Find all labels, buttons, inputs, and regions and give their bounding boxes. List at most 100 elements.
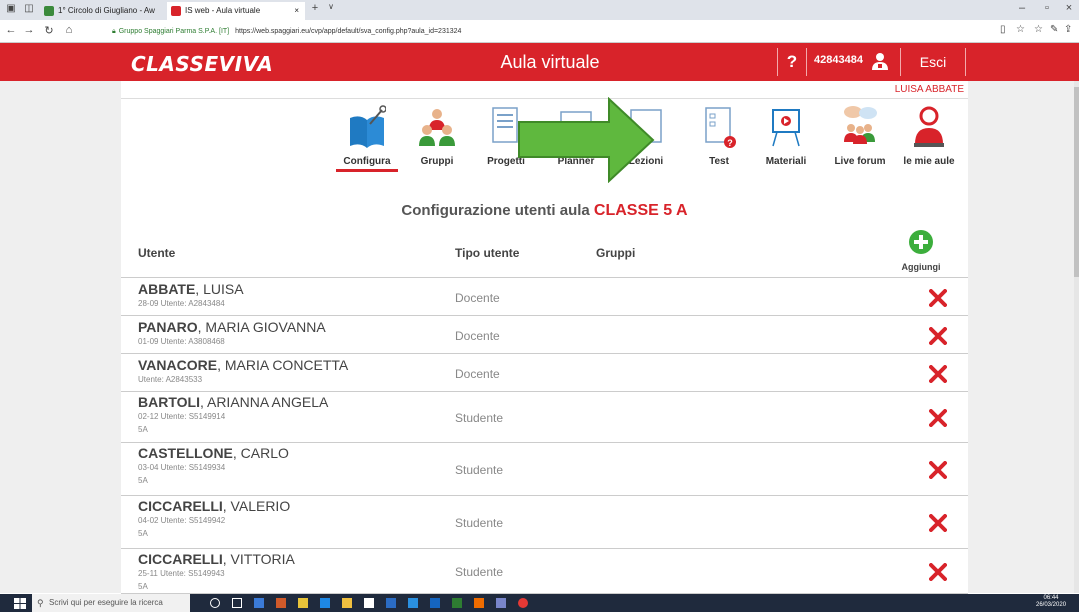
user-firstname: , VALERIO: [222, 498, 291, 514]
user-surname: VANACORE: [138, 357, 218, 373]
nav-live-forum[interactable]: Live forum: [829, 104, 891, 172]
user-firstname: , LUISA: [195, 281, 244, 297]
site-identity: Gruppo Spaggiari Parma S.P.A. [IT]: [118, 28, 230, 35]
user-surname: PANARO: [138, 319, 198, 335]
user-type: Studente: [455, 411, 504, 425]
minimize-icon[interactable]: –: [1015, 2, 1029, 14]
remove-user-icon[interactable]: [929, 289, 947, 307]
firefox-icon[interactable]: [474, 598, 484, 608]
user-name: CICCARELLI, VALERIO: [138, 498, 290, 514]
test-icon: ?: [705, 107, 736, 148]
page-scrollbar[interactable]: [1074, 81, 1079, 593]
tab-actions-icon[interactable]: ▣: [4, 3, 18, 14]
user-type: Docente: [455, 291, 500, 305]
app-header: CLASSEVIVA Aula virtuale ? 42843484 Esci: [0, 43, 1079, 81]
cortana-icon[interactable]: [210, 598, 220, 608]
user-type: Docente: [455, 367, 500, 381]
classeviva-logo[interactable]: CLASSEVIVA: [131, 52, 273, 76]
app-icon[interactable]: [452, 598, 462, 608]
chrome-icon[interactable]: [518, 598, 528, 608]
share-icon[interactable]: ⇪: [1064, 24, 1072, 35]
user-class: 5A: [138, 582, 148, 591]
app-icon[interactable]: [430, 598, 440, 608]
table-row: VANACORE, MARIA CONCETTA Utente: A2843533…: [121, 355, 968, 392]
url-field[interactable]: 🔒︎ Gruppo Spaggiari Parma S.P.A. [IT] http…: [112, 24, 992, 39]
store-icon[interactable]: [364, 598, 374, 608]
taskbar-search[interactable]: ⚲ Scrivi qui per eseguire la ricerca: [32, 594, 190, 612]
user-firstname: , MARIA GIOVANNA: [197, 319, 326, 335]
app-icon[interactable]: [298, 598, 308, 608]
table-row: PANARO, MARIA GIOVANNA 01-09 Utente: A380…: [121, 317, 968, 354]
my-classrooms-icon: [914, 106, 944, 147]
user-firstname: , MARIA CONCETTA: [217, 357, 349, 373]
favorite-star-icon[interactable]: ☆: [1016, 24, 1025, 35]
refresh-icon[interactable]: ↻: [42, 24, 56, 37]
new-tab-icon[interactable]: +: [308, 2, 322, 14]
scrollbar-thumb[interactable]: [1074, 87, 1079, 277]
clock-date: 26/03/2020: [1036, 602, 1067, 608]
close-window-icon[interactable]: ×: [1062, 2, 1076, 14]
nav-gruppi[interactable]: Gruppi: [406, 104, 468, 172]
tab-aula-virtuale[interactable]: IS web - Aula virtuale ×: [167, 2, 305, 20]
live-forum-icon: [844, 106, 877, 144]
favorites-icon[interactable]: ☆: [1034, 24, 1043, 35]
column-user-type: Tipo utente: [455, 246, 520, 260]
add-user-button[interactable]: Aggiungi: [889, 262, 953, 272]
classeviva-favicon-icon: [171, 6, 181, 16]
close-tab-icon[interactable]: ×: [294, 2, 299, 20]
word-icon[interactable]: [386, 598, 396, 608]
url-text: https://web.spaggiari.eu/cvp/app/default…: [235, 28, 462, 35]
table-row: BARTOLI, ARIANNA ANGELA 02-12 Utente: S51…: [121, 392, 968, 443]
maximize-icon[interactable]: ▫: [1040, 2, 1054, 14]
taskbar-clock[interactable]: 06:44 26/03/2020: [1036, 595, 1066, 609]
edge-icon[interactable]: [320, 598, 330, 608]
app-icon[interactable]: [496, 598, 506, 608]
search-placeholder: Scrivi qui per eseguire la ricerca: [49, 598, 163, 607]
set-aside-tabs-icon[interactable]: ◫: [22, 3, 36, 14]
table-row: CASTELLONE, CARLO 03-04 Utente: S5149934 5…: [121, 443, 968, 496]
forward-icon[interactable]: →: [22, 24, 36, 36]
file-explorer-icon[interactable]: [342, 598, 352, 608]
remove-user-icon[interactable]: [929, 409, 947, 427]
task-view-icon[interactable]: [232, 598, 242, 608]
app-icon[interactable]: [254, 598, 264, 608]
windows-start-icon[interactable]: [14, 598, 26, 609]
nav-le-mie-aule[interactable]: le mie aule: [898, 104, 960, 172]
user-firstname: , VITTORIA: [222, 551, 295, 567]
back-icon[interactable]: ←: [4, 24, 18, 36]
user-id: 42843484: [814, 54, 863, 66]
skype-icon[interactable]: [408, 598, 418, 608]
user-name: CICCARELLI, VITTORIA: [138, 551, 295, 567]
user-icon[interactable]: [870, 52, 890, 70]
remove-user-icon[interactable]: [929, 327, 947, 345]
nav-materiali[interactable]: Materiali: [755, 104, 817, 172]
user-class: 5A: [138, 425, 148, 434]
reading-view-icon[interactable]: ▯: [1000, 24, 1006, 35]
add-user-icon[interactable]: [909, 230, 933, 254]
home-icon[interactable]: ⌂: [62, 24, 76, 36]
site-favicon-icon: [44, 6, 54, 16]
user-surname: BARTOLI: [138, 394, 200, 410]
nav-test[interactable]: ? Test: [688, 104, 750, 172]
remove-user-icon[interactable]: [929, 563, 947, 581]
chevron-down-icon[interactable]: ∨: [324, 2, 338, 11]
user-meta: 04-02 Utente: S5149942: [138, 516, 226, 525]
user-name: BARTOLI, ARIANNA ANGELA: [138, 394, 328, 410]
user-meta: 01-09 Utente: A3808468: [138, 337, 225, 346]
table-row: CICCARELLI, VALERIO 04-02 Utente: S514994…: [121, 496, 968, 549]
notes-icon[interactable]: ✎: [1050, 24, 1058, 35]
user-meta: 03-04 Utente: S5149934: [138, 463, 226, 472]
tab-circolo[interactable]: 1° Circolo di Giugliano - Aw: [40, 2, 165, 20]
user-type: Studente: [455, 463, 504, 477]
help-button[interactable]: ?: [777, 48, 807, 76]
table-row: CICCARELLI, VITTORIA 25-11 Utente: S51499…: [121, 549, 968, 594]
address-bar: ← → ↻ ⌂ 🔒︎ Gruppo Spaggiari Parma S.P.A. …: [0, 20, 1079, 43]
powerpoint-icon[interactable]: [276, 598, 286, 608]
remove-user-icon[interactable]: [929, 461, 947, 479]
column-user: Utente: [138, 246, 176, 260]
nav-configura[interactable]: Configura: [336, 104, 398, 172]
page-title: Configurazione utenti aula CLASSE 5 A: [121, 202, 968, 220]
logout-button[interactable]: Esci: [900, 48, 966, 76]
remove-user-icon[interactable]: [929, 365, 947, 383]
remove-user-icon[interactable]: [929, 514, 947, 532]
